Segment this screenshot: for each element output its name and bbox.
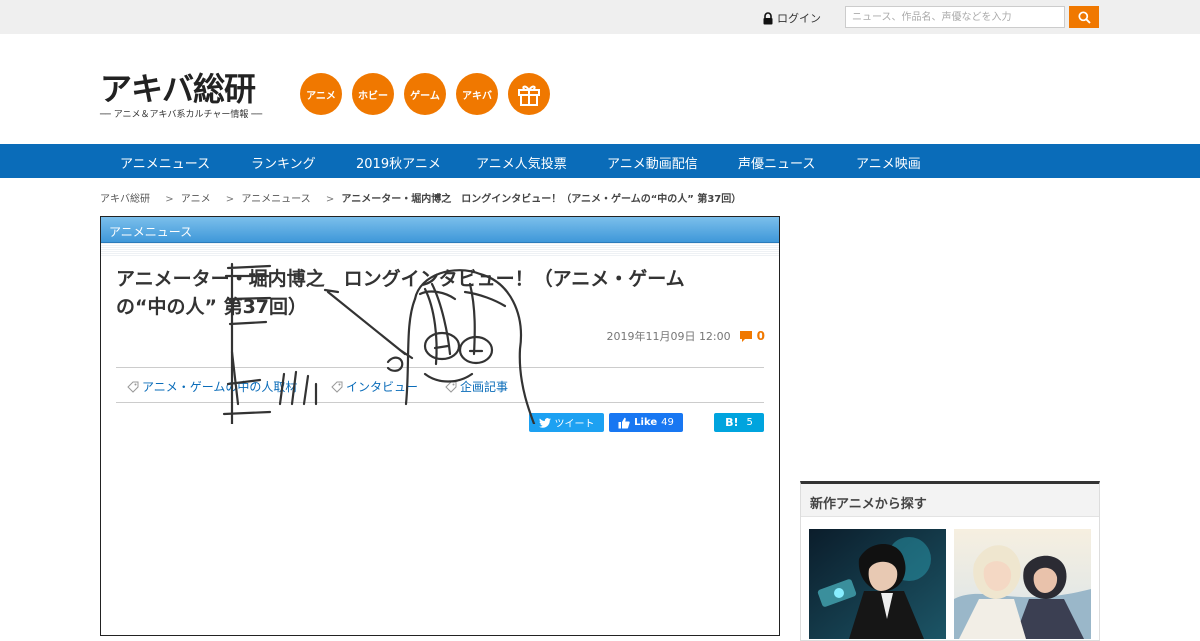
category-hobby-button[interactable]: ホビー bbox=[352, 73, 394, 115]
article-section-label[interactable]: アニメニュース bbox=[101, 217, 779, 243]
category-akiba-button[interactable]: アキバ bbox=[456, 73, 498, 115]
comment-count: 0 bbox=[756, 329, 765, 343]
article-date: 2019年11月09日 12:00 bbox=[606, 330, 731, 343]
site-logo[interactable]: アキバ総研 ── アニメ＆アキバ系カルチャー情報 ── bbox=[100, 72, 280, 120]
chevron-right-icon: > bbox=[325, 194, 335, 205]
nav-anime-movie[interactable]: アニメ映画 bbox=[856, 153, 921, 172]
sidebar-title: 新作アニメから探す bbox=[801, 484, 1099, 517]
sidebar-new-anime: 新作アニメから探す bbox=[800, 481, 1100, 641]
hatena-bookmark-icon: B! bbox=[725, 416, 739, 429]
nav-anime-vote[interactable]: アニメ人気投票 bbox=[476, 153, 567, 172]
like-count: 49 bbox=[661, 417, 674, 428]
nav-ranking[interactable]: ランキング bbox=[251, 153, 316, 172]
facebook-like-button[interactable]: Like 49 bbox=[609, 413, 683, 432]
thumbs-up-icon bbox=[618, 417, 630, 428]
hatena-count: 5 bbox=[746, 417, 753, 428]
search-input[interactable] bbox=[845, 6, 1065, 28]
present-button[interactable] bbox=[508, 73, 550, 115]
nav-2019-fall-anime[interactable]: 2019秋アニメ bbox=[356, 153, 441, 172]
breadcrumb: アキバ総研 > アニメ > アニメニュース > アニメーター・堀内博之 ロングイ… bbox=[100, 190, 745, 205]
breadcrumb-anime-news[interactable]: アニメニュース bbox=[241, 194, 310, 205]
main-nav: アニメニュース ランキング 2019秋アニメ アニメ人気投票 アニメ動画配信 声… bbox=[0, 144, 1200, 178]
nav-anime-streaming[interactable]: アニメ動画配信 bbox=[607, 153, 698, 172]
comment-count-link[interactable]: 0 bbox=[739, 329, 765, 343]
hatena-bookmark-button[interactable]: B! 5 bbox=[714, 413, 764, 432]
anime-thumbnail[interactable] bbox=[809, 529, 946, 639]
category-anime-button[interactable]: アニメ bbox=[300, 73, 342, 115]
anime-thumbnail-image bbox=[954, 529, 1091, 639]
gift-icon bbox=[518, 85, 540, 106]
logo-text: アキバ総研 bbox=[100, 70, 256, 108]
comment-icon bbox=[739, 330, 752, 342]
login-link[interactable]: ログイン bbox=[762, 10, 821, 26]
chevron-right-icon: > bbox=[225, 194, 235, 205]
anime-thumbnail-image bbox=[809, 529, 946, 639]
breadcrumb-anime[interactable]: アニメ bbox=[181, 194, 211, 205]
login-label: ログイン bbox=[777, 12, 821, 25]
anime-thumbnail[interactable] bbox=[954, 529, 1091, 639]
nav-anime-news[interactable]: アニメニュース bbox=[120, 153, 210, 172]
top-utility-bar: ログイン bbox=[0, 0, 1200, 34]
nav-seiyu-news[interactable]: 声優ニュース bbox=[738, 153, 815, 172]
like-label: Like bbox=[634, 417, 658, 428]
breadcrumb-home[interactable]: アキバ総研 bbox=[100, 194, 150, 205]
logo-tagline: ── アニメ＆アキバ系カルチャー情報 ── bbox=[100, 110, 263, 120]
article-meta: 2019年11月09日 12:00 0 bbox=[606, 328, 765, 344]
article-illustration bbox=[222, 262, 600, 424]
category-game-button[interactable]: ゲーム bbox=[404, 73, 446, 115]
lock-icon bbox=[763, 11, 773, 24]
search-button[interactable] bbox=[1069, 6, 1099, 28]
search-icon bbox=[1077, 10, 1091, 24]
chevron-right-icon: > bbox=[165, 194, 174, 205]
breadcrumb-current: アニメーター・堀内博之 ロングインタビュー！（アニメ・ゲームの“中の人” 第37… bbox=[341, 194, 742, 205]
